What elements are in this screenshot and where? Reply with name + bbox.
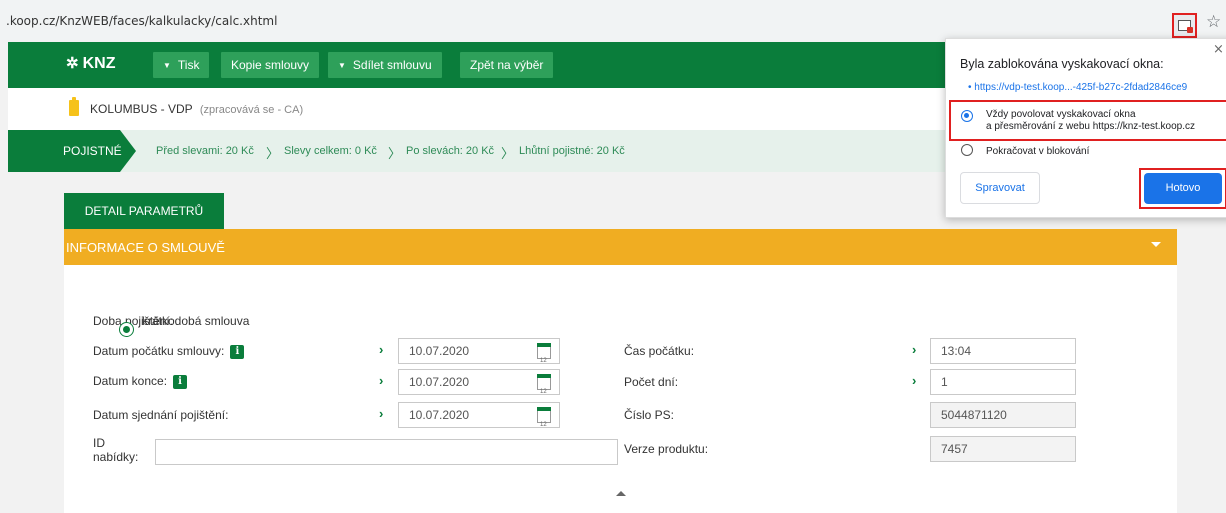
chevron-right-icon: 〉 [266, 147, 280, 162]
contract-end-text: Datum konce: [93, 374, 168, 388]
knz-logo: ✲ KNZ [66, 54, 115, 73]
chevron-right-icon: › [379, 342, 384, 357]
offer-id-label: ID nabídky: [93, 436, 138, 464]
chevron-right-icon: 〉 [388, 147, 402, 162]
premium-after-discounts: Po slevách: 20 Kč [406, 145, 495, 157]
contract-end-label: Datum konce: i [93, 374, 188, 389]
info-icon[interactable]: i [173, 374, 188, 389]
product-version-label: Verze produktu: [624, 442, 709, 456]
premium-discounts-total: Slevy celkem: 0 Kč [284, 145, 377, 157]
print-button[interactable]: ▼ Tisk [153, 52, 210, 78]
caret-down-icon: ▼ [338, 61, 346, 70]
chevron-right-icon: › [379, 373, 384, 388]
ps-number-label: Číslo PS: [624, 408, 675, 422]
chevron-right-icon: 〉 [501, 147, 515, 162]
day-count-label: Počet dní: [624, 375, 679, 389]
share-contract-label: Sdílet smlouvu [352, 58, 432, 72]
calendar-icon[interactable]: 12 [537, 407, 551, 428]
dialog-title: Byla zablokována vyskakovací okna: [960, 57, 1164, 71]
blocked-popup-link[interactable]: • https://vdp-test.koop...-425f-b27c-2fd… [968, 82, 1187, 93]
start-time-label: Čas počátku: [624, 344, 695, 358]
blocked-popup-url: https://vdp-test.koop...-425f-b27c-2fdad… [974, 82, 1188, 93]
caret-down-icon: ▼ [163, 61, 171, 70]
short-term-label: krátkodobá smlouva [142, 314, 250, 328]
contract-start-label: Datum počátku smlouvy: i [93, 344, 245, 359]
close-icon[interactable]: × [1213, 42, 1224, 57]
product-status: (zpracovává se - CA) [199, 104, 304, 116]
contract-end-date-input[interactable]: 10.07.2020 12 [398, 369, 560, 395]
start-time-input[interactable]: 13:04 [930, 338, 1076, 364]
detail-parameters-button[interactable]: DETAIL PARAMETRŮ [64, 193, 224, 229]
allow-popups-label[interactable]: Vždy povolovat vyskakovací okna a přesmě… [986, 109, 1195, 133]
chevron-right-icon: › [379, 406, 384, 421]
document-icon [69, 97, 79, 116]
chevron-right-icon: › [912, 373, 917, 388]
chevron-right-icon: › [912, 342, 917, 357]
contract-copy-button[interactable]: Kopie smlouvy [221, 52, 320, 78]
back-to-selection-label: Zpět na výběr [470, 58, 544, 72]
contract-start-date-value: 10.07.2020 [409, 344, 470, 358]
product-version-field: 7457 [930, 436, 1076, 462]
conclusion-date-value: 10.07.2020 [409, 408, 470, 422]
knz-logo-icon: ✲ [66, 55, 79, 72]
share-contract-button[interactable]: ▼ Sdílet smlouvu [328, 52, 442, 78]
manage-button[interactable]: Spravovat [960, 172, 1040, 204]
allow-popups-line2: a přesměrování z webu https://knz-test.k… [986, 121, 1195, 132]
keep-blocking-radio[interactable] [961, 144, 973, 156]
offer-id-label-line1: ID [93, 436, 105, 450]
premium-before-discounts: Před slevami: 20 Kč [156, 145, 254, 157]
address-url[interactable]: .koop.cz/KnzWEB/faces/kalkulacky/calc.xh… [6, 14, 277, 28]
section-title: INFORMACE O SMLOUVĚ [66, 240, 225, 255]
conclusion-date-label: Datum sjednání pojištění: [93, 408, 229, 422]
offer-id-label-line2: nabídky: [93, 450, 139, 464]
calendar-icon[interactable]: 12 [537, 343, 551, 364]
popup-blocked-icon[interactable] [1172, 13, 1197, 38]
premium-label: POJISTNÉ [63, 144, 122, 158]
popup-blocked-dialog: Byla zablokována vyskakovací okna: × • h… [945, 38, 1226, 218]
product-name: KOLUMBUS - VDP (zpracovává se - CA) [90, 102, 303, 116]
section-header[interactable]: INFORMACE O SMLOUVĚ [64, 229, 1177, 265]
offer-id-input[interactable] [155, 439, 618, 465]
caret-up-icon[interactable] [616, 491, 626, 496]
contract-end-date-value: 10.07.2020 [409, 375, 470, 389]
day-count-input[interactable]: 1 [930, 369, 1076, 395]
done-button-highlight: Hotovo [1139, 168, 1226, 209]
conclusion-date-input[interactable]: 10.07.2020 12 [398, 402, 560, 428]
logo-text: KNZ [82, 55, 116, 72]
caret-down-icon[interactable] [1151, 242, 1161, 247]
product-title: KOLUMBUS - VDP [90, 102, 193, 116]
info-icon[interactable]: i [230, 344, 245, 359]
ps-number-field: 5044871120 [930, 402, 1076, 428]
browser-address-bar: .koop.cz/KnzWEB/faces/kalkulacky/calc.xh… [0, 0, 1226, 40]
contract-copy-label: Kopie smlouvy [231, 58, 310, 72]
bookmark-star-icon[interactable]: ☆ [1206, 12, 1221, 32]
short-term-radio[interactable] [119, 322, 134, 337]
keep-blocking-label[interactable]: Pokračovat v blokování [986, 146, 1089, 158]
print-button-label: Tisk [177, 58, 200, 72]
contract-start-date-input[interactable]: 10.07.2020 12 [398, 338, 560, 364]
allow-popups-radio[interactable] [961, 110, 973, 122]
allow-popups-line1: Vždy povolovat vyskakovací okna [986, 109, 1136, 120]
calendar-icon[interactable]: 12 [537, 374, 551, 395]
premium-term: Lhůtní pojistné: 20 Kč [519, 145, 625, 157]
done-button[interactable]: Hotovo [1144, 173, 1222, 204]
contract-start-text: Datum počátku smlouvy: [93, 344, 225, 358]
back-to-selection-button[interactable]: Zpět na výběr [460, 52, 554, 78]
